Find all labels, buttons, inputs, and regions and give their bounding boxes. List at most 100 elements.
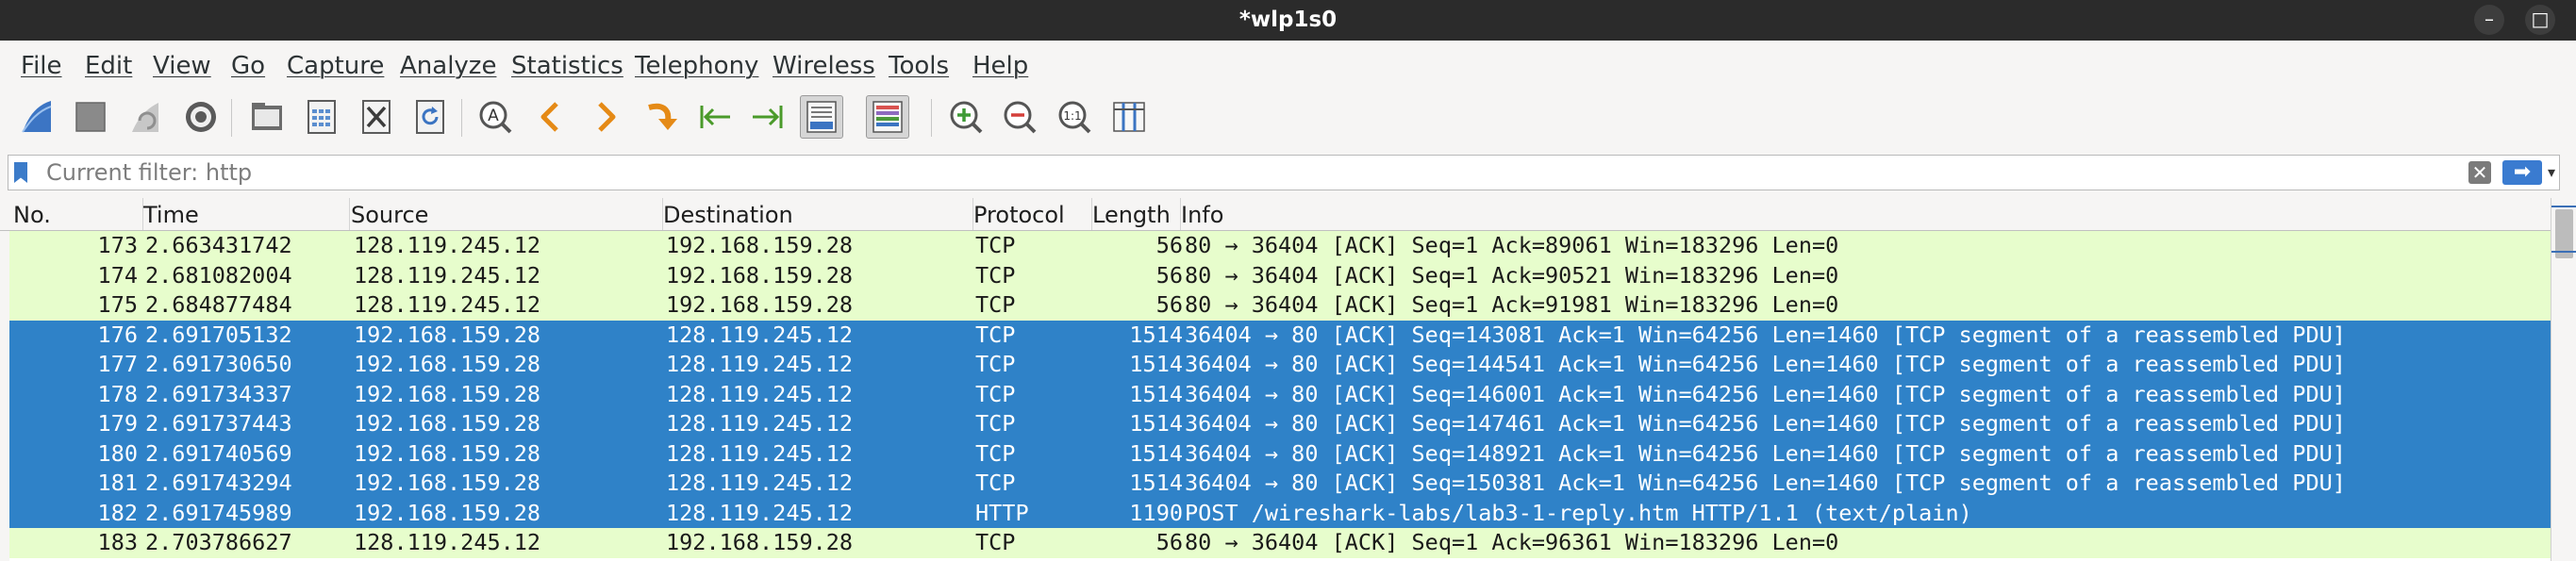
packet-time: 2.691745989: [145, 499, 292, 526]
go-forward-icon: [598, 102, 616, 132]
packet-protocol: TCP: [975, 351, 1016, 377]
menu-help[interactable]: Help: [972, 52, 1028, 80]
display-filter-bar: ✕ ➡ ▾: [8, 155, 2560, 190]
packet-protocol: TCP: [975, 410, 1016, 437]
menu-analyze[interactable]: Analyze: [400, 52, 496, 80]
table-row[interactable]: 173 2.663431742 128.119.245.12 192.168.159.…: [9, 231, 2551, 261]
maximize-button[interactable]: □: [2525, 5, 2555, 35]
packet-length: 1514: [1129, 380, 1183, 407]
table-row[interactable]: 183 2.703786627 128.119.245.12 192.168.159.…: [9, 528, 2551, 558]
capture-options-button[interactable]: [179, 95, 223, 139]
display-filter-input[interactable]: [46, 157, 2404, 188]
packet-time: 2.691705132: [145, 321, 292, 348]
packet-number: 178: [97, 380, 138, 407]
packet-protocol: TCP: [975, 380, 1016, 407]
packet-source: 192.168.159.28: [354, 439, 541, 467]
menu-tools[interactable]: Tools: [889, 52, 949, 80]
bookmark-icon[interactable]: [14, 162, 27, 183]
packet-info: 80 → 36404 [ACK] Seq=1 Ack=91981 Win=183…: [1185, 291, 1839, 318]
packet-protocol: TCP: [975, 261, 1016, 289]
table-row[interactable]: 182 2.691745989 192.168.159.28 128.119.245.…: [9, 498, 2551, 528]
column-header-protocol[interactable]: Protocol: [968, 198, 1092, 230]
packet-time: 2.691740569: [145, 439, 292, 467]
table-row[interactable]: 180 2.691740569 192.168.159.28 128.119.245.…: [9, 438, 2551, 469]
apply-filter-button[interactable]: ➡: [2502, 160, 2542, 185]
minimize-button[interactable]: –: [2474, 5, 2504, 35]
first-packet-icon: [700, 106, 730, 128]
table-row[interactable]: 176 2.691705132 192.168.159.28 128.119.245.…: [9, 320, 2551, 350]
zoom-in-button[interactable]: [944, 95, 988, 139]
toolbar-separator: [231, 99, 232, 137]
table-row[interactable]: 181 2.691743294 192.168.159.28 128.119.245.…: [9, 469, 2551, 499]
menu-go[interactable]: Go: [231, 52, 265, 80]
normal-size-button[interactable]: 1:1: [1053, 95, 1096, 139]
close-file-icon: [362, 100, 391, 134]
reload-file-button[interactable]: [408, 95, 452, 139]
packet-source: 128.119.245.12: [354, 291, 541, 318]
packet-list-header: No. Time Source Destination Protocol Len…: [0, 198, 2551, 231]
colorize-button[interactable]: [866, 95, 909, 139]
packet-destination: 128.119.245.12: [666, 439, 854, 467]
packet-source: 192.168.159.28: [354, 321, 541, 348]
first-packet-button[interactable]: [693, 95, 737, 139]
go-back-icon: [540, 102, 558, 132]
packet-length: 56: [1155, 291, 1183, 318]
stop-capture-button[interactable]: [69, 95, 112, 139]
packet-info: 36404 → 80 [ACK] Seq=148921 Ack=1 Win=64…: [1185, 439, 2346, 467]
open-file-icon: [252, 103, 282, 130]
packet-protocol: TCP: [975, 529, 1016, 555]
find-packet-button[interactable]: A: [474, 95, 517, 139]
packet-length: 1514: [1129, 321, 1183, 348]
capture-options-icon: [186, 102, 216, 132]
filter-history-dropdown[interactable]: ▾: [2548, 159, 2561, 186]
restart-capture-button[interactable]: [124, 95, 167, 139]
zoom-out-button[interactable]: [998, 95, 1041, 139]
packet-info: 36404 → 80 [ACK] Seq=143081 Ack=1 Win=64…: [1185, 321, 2346, 348]
column-header-source[interactable]: Source: [345, 198, 663, 230]
packet-number: 183: [97, 529, 138, 555]
packet-info: POST /wireshark-labs/lab3-1-reply.htm HT…: [1185, 499, 1972, 526]
menu-capture[interactable]: Capture: [287, 52, 384, 80]
menu-view[interactable]: View: [153, 52, 211, 80]
table-row[interactable]: 178 2.691734337 192.168.159.28 128.119.245.…: [9, 379, 2551, 409]
packet-protocol: TCP: [975, 321, 1016, 348]
go-forward-button[interactable]: [584, 95, 627, 139]
packet-length: 56: [1155, 261, 1183, 289]
packet-info: 36404 → 80 [ACK] Seq=146001 Ack=1 Win=64…: [1185, 380, 2346, 407]
packet-source: 192.168.159.28: [354, 470, 541, 496]
column-header-time[interactable]: Time: [138, 198, 350, 230]
resize-columns-button[interactable]: [1107, 95, 1151, 139]
menu-file[interactable]: File: [21, 52, 62, 80]
packet-source: 128.119.245.12: [354, 529, 541, 555]
go-back-button[interactable]: [529, 95, 573, 139]
packet-number: 176: [97, 321, 138, 348]
auto-scroll-icon: [806, 101, 837, 133]
menu-telephony[interactable]: Telephony: [635, 52, 758, 80]
menu-statistics[interactable]: Statistics: [511, 52, 623, 80]
packet-list-gutter: [0, 231, 9, 561]
packet-length: 1514: [1129, 439, 1183, 467]
table-row[interactable]: 174 2.681082004 128.119.245.12 192.168.159.…: [9, 260, 2551, 290]
go-to-packet-button[interactable]: [639, 95, 682, 139]
start-capture-button[interactable]: [16, 95, 59, 139]
clear-filter-button[interactable]: ✕: [2468, 161, 2491, 184]
packet-destination: 192.168.159.28: [666, 261, 854, 289]
auto-scroll-button[interactable]: [800, 95, 843, 139]
save-file-button[interactable]: [300, 95, 343, 139]
table-row[interactable]: 177 2.691730650 192.168.159.28 128.119.245.…: [9, 350, 2551, 380]
table-row[interactable]: 179 2.691737443 192.168.159.28 128.119.245.…: [9, 409, 2551, 439]
menu-edit[interactable]: Edit: [85, 52, 132, 80]
close-file-button[interactable]: [355, 95, 398, 139]
packet-list-scrollbar[interactable]: [2551, 198, 2576, 561]
packet-number: 181: [97, 470, 138, 496]
last-packet-button[interactable]: [746, 95, 789, 139]
column-header-destination[interactable]: Destination: [657, 198, 973, 230]
packet-length: 1190: [1129, 499, 1183, 526]
menu-wireless[interactable]: Wireless: [773, 52, 875, 80]
column-header-info[interactable]: Info: [1175, 198, 2551, 230]
column-header-no[interactable]: No.: [8, 198, 143, 230]
table-row[interactable]: 175 2.684877484 128.119.245.12 192.168.159.…: [9, 290, 2551, 321]
open-file-button[interactable]: [245, 95, 289, 139]
column-header-length[interactable]: Length: [1087, 198, 1181, 230]
packet-time: 2.703786627: [145, 529, 292, 555]
